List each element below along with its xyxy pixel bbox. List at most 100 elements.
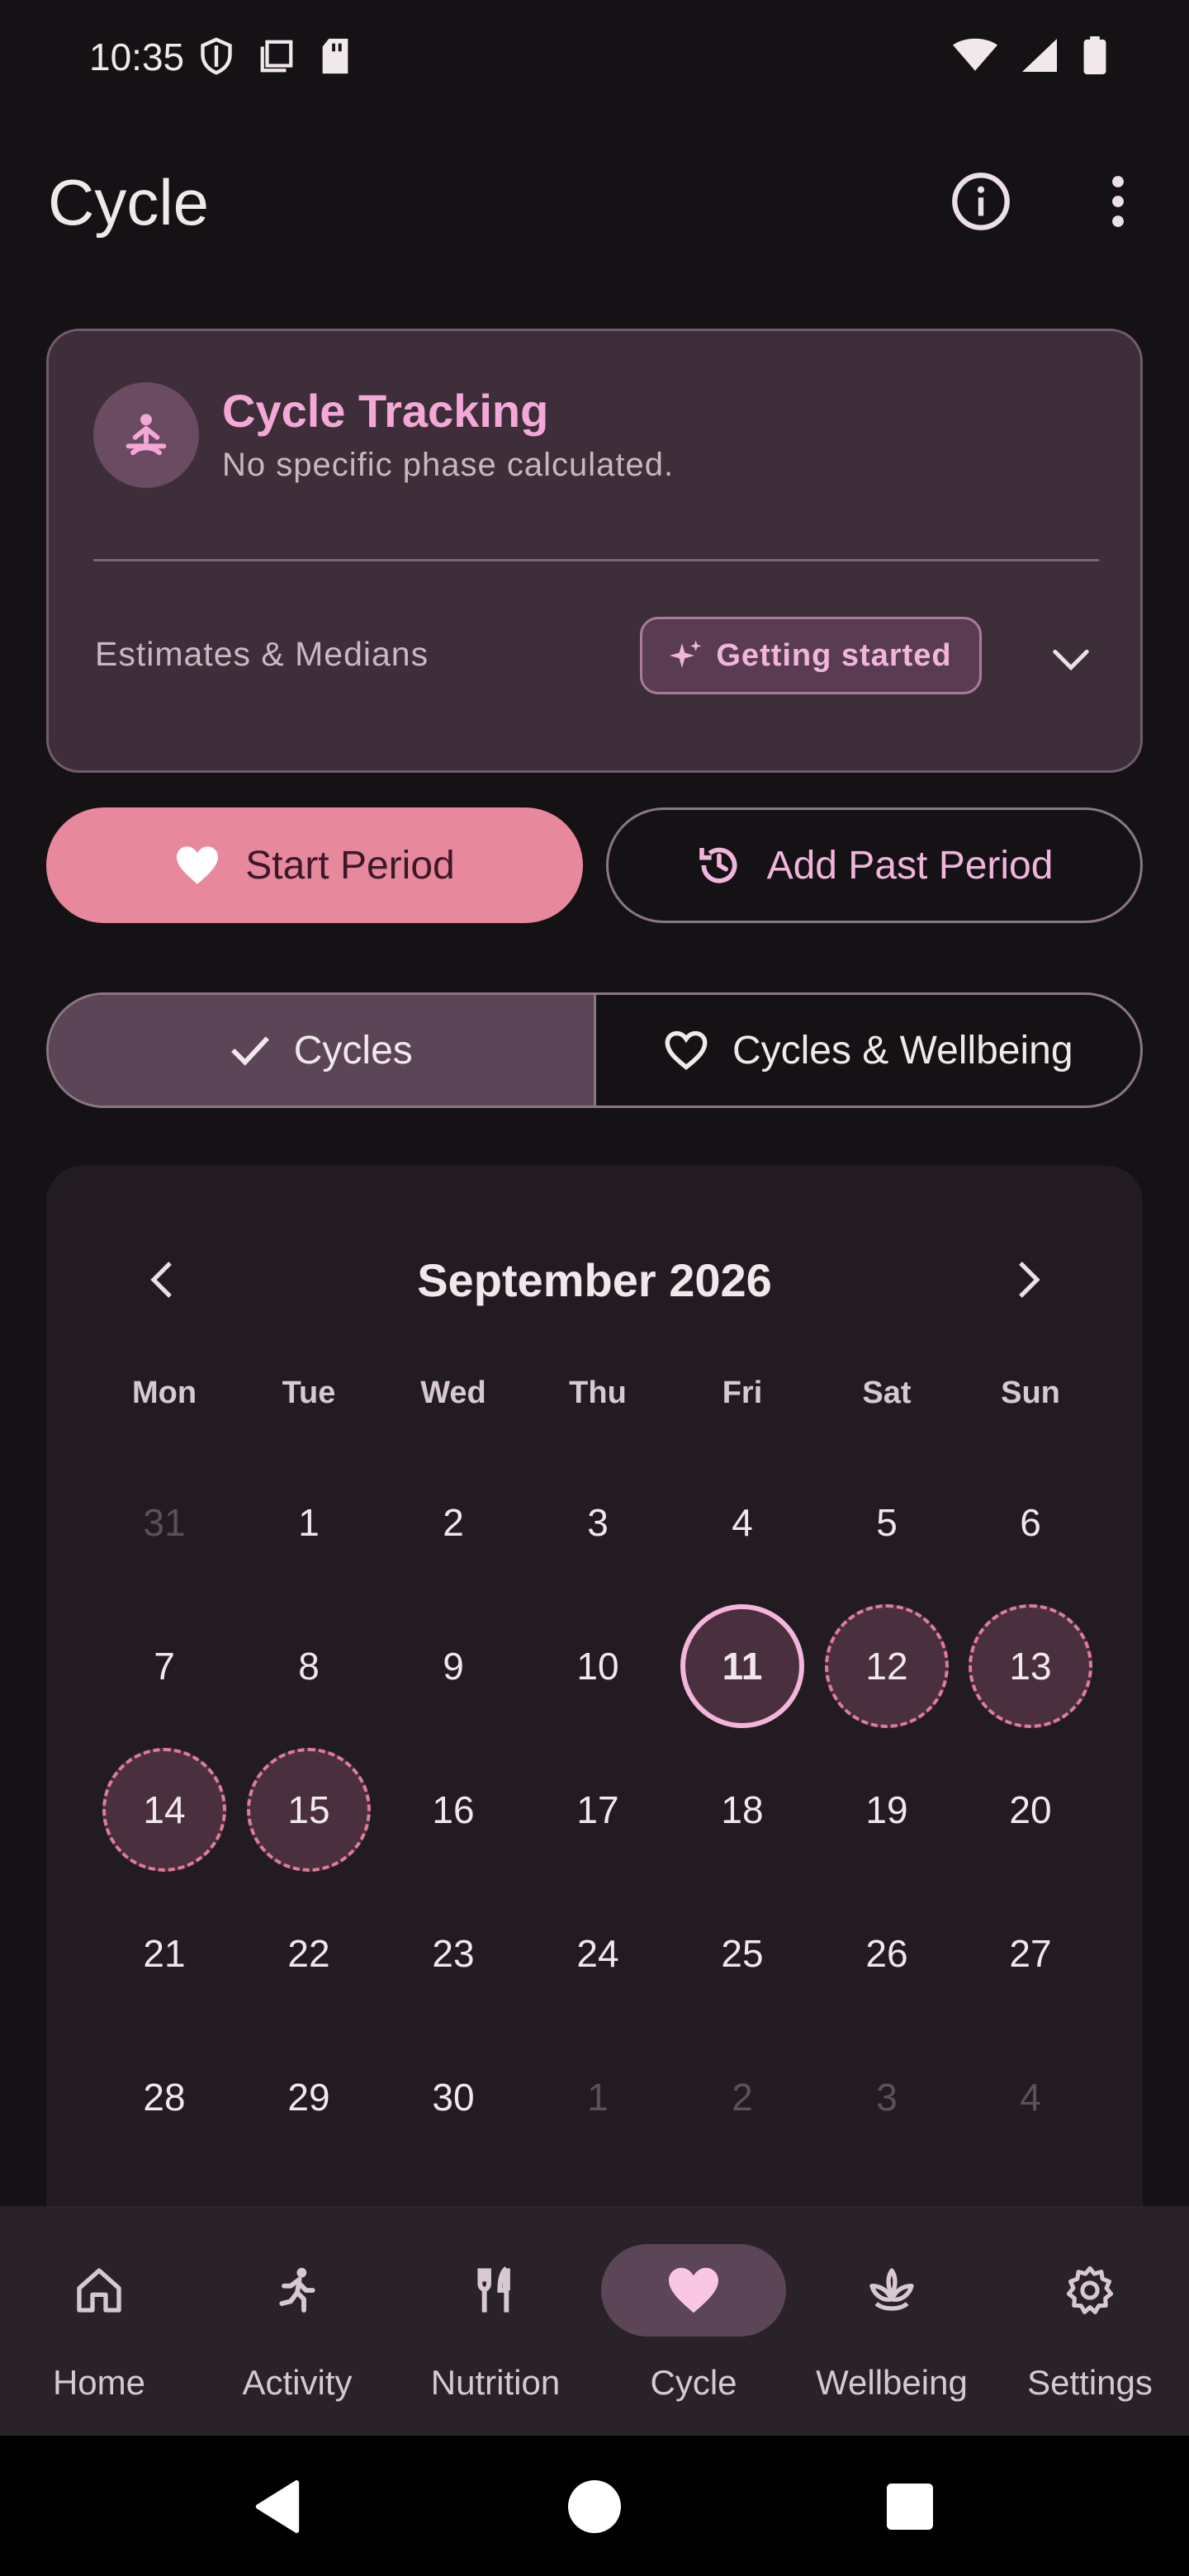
- chevron-right-icon: [1019, 1262, 1040, 1298]
- signal-icon: [1022, 39, 1057, 72]
- calendar-day[interactable]: 31: [102, 1461, 226, 1584]
- gear-icon: [997, 2244, 1182, 2337]
- cycle-screen: 10:35 Cycle Cycle Tracking No specific p…: [0, 0, 1189, 2576]
- fork-knife-icon: [403, 2244, 588, 2337]
- meditation-icon: [126, 414, 167, 456]
- nav-item-wellbeing[interactable]: Wellbeing: [793, 2206, 991, 2436]
- recents-button[interactable]: [869, 2465, 951, 2548]
- nav-item-nutrition[interactable]: Nutrition: [396, 2206, 594, 2436]
- screenshot-icon: [260, 40, 293, 73]
- sd-card-icon: [322, 38, 348, 74]
- calendar-day[interactable]: 2: [680, 2035, 804, 2159]
- meditation-avatar: [93, 382, 199, 488]
- view-toggle: Cycles Cycles & Wellbeing: [46, 992, 1143, 1108]
- chip-label: Getting started: [716, 637, 952, 673]
- home-icon: [7, 2244, 192, 2337]
- calendar-day-predicted[interactable]: 12: [825, 1604, 949, 1728]
- calendar-month-label: September 2026: [417, 1254, 772, 1306]
- calendar-day[interactable]: 1: [247, 1461, 371, 1584]
- calendar-day[interactable]: 9: [391, 1604, 515, 1728]
- calendar-day[interactable]: 5: [825, 1461, 949, 1584]
- calendar-day[interactable]: 23: [391, 1892, 515, 2015]
- calendar-day[interactable]: 30: [391, 2035, 515, 2159]
- expand-button[interactable]: [1031, 620, 1111, 699]
- calendar-day[interactable]: 21: [102, 1892, 226, 2015]
- start-period-button[interactable]: Start Period: [46, 807, 583, 923]
- status-time: 10:35: [89, 36, 185, 78]
- calendar-day[interactable]: 28: [102, 2035, 226, 2159]
- card-subtitle: No specific phase calculated.: [222, 447, 675, 483]
- calendar-day[interactable]: 8: [247, 1604, 371, 1728]
- segment-cycles-wellbeing[interactable]: Cycles & Wellbeing: [593, 995, 1141, 1106]
- nav-label: Nutrition: [430, 2363, 561, 2402]
- calendar-day[interactable]: 10: [536, 1604, 660, 1728]
- calendar-day[interactable]: 26: [825, 1892, 949, 2015]
- lotus-icon: [799, 2244, 984, 2337]
- calendar-day[interactable]: 17: [536, 1748, 660, 1872]
- calendar-day-predicted[interactable]: 13: [969, 1604, 1092, 1728]
- next-month-button[interactable]: [989, 1240, 1068, 1319]
- calendar-day[interactable]: 7: [102, 1604, 226, 1728]
- segment-cycles-label: Cycles: [293, 1028, 413, 1073]
- add-past-period-button[interactable]: Add Past Period: [606, 807, 1143, 923]
- chevron-down-icon: [1053, 649, 1089, 671]
- weekday-label: Sun: [1001, 1376, 1060, 1410]
- nav-item-settings[interactable]: Settings: [991, 2206, 1189, 2436]
- calendar-day[interactable]: 22: [247, 1892, 371, 2015]
- calendar-day[interactable]: 2: [391, 1461, 515, 1584]
- page-title: Cycle: [48, 166, 210, 239]
- calendar-day[interactable]: 16: [391, 1748, 515, 1872]
- calendar-day[interactable]: 4: [969, 2035, 1092, 2159]
- home-circle-icon: [568, 2480, 621, 2533]
- calendar-day[interactable]: 6: [969, 1461, 1092, 1584]
- segment-cycles[interactable]: Cycles: [49, 995, 594, 1106]
- nav-item-home[interactable]: Home: [0, 2206, 198, 2436]
- nav-item-activity[interactable]: Activity: [198, 2206, 396, 2436]
- calendar-day[interactable]: 25: [680, 1892, 804, 2015]
- check-icon: [230, 1036, 269, 1066]
- more-options-button[interactable]: [1078, 162, 1158, 241]
- system-navigation-bar: [0, 2436, 1189, 2576]
- calendar-day[interactable]: 19: [825, 1748, 949, 1872]
- cycle-tracking-card: Cycle Tracking No specific phase calcula…: [46, 329, 1143, 773]
- calendar-day-predicted[interactable]: 14: [102, 1748, 226, 1872]
- calendar-day[interactable]: 3: [536, 1461, 660, 1584]
- getting-started-chip[interactable]: Getting started: [640, 617, 982, 694]
- back-button[interactable]: [236, 2465, 319, 2548]
- recents-square-icon: [887, 2484, 933, 2530]
- heart-icon: [177, 846, 219, 884]
- back-triangle-icon: [255, 2480, 300, 2533]
- calendar: September 2026 Mon Tue Wed Thu Fri Sat Sun 31 1…: [46, 1166, 1143, 2264]
- home-button[interactable]: [553, 2465, 636, 2548]
- weekday-label: Fri: [722, 1376, 763, 1410]
- nav-label: Activity: [242, 2363, 353, 2402]
- history-icon: [699, 847, 737, 883]
- calendar-day-predicted[interactable]: 15: [247, 1748, 371, 1872]
- heart-outline-icon: [665, 1030, 708, 1070]
- estimates-label: Estimates & Medians: [95, 635, 429, 673]
- weekday-label: Tue: [282, 1376, 336, 1410]
- heart-icon: [601, 2244, 786, 2337]
- calendar-day[interactable]: 1: [536, 2035, 660, 2159]
- calendar-day[interactable]: 29: [247, 2035, 371, 2159]
- calendar-day[interactable]: 24: [536, 1892, 660, 2015]
- info-button[interactable]: [941, 162, 1021, 241]
- wifi-icon: [953, 38, 997, 71]
- nav-label: Home: [52, 2363, 146, 2402]
- calendar-day[interactable]: 27: [969, 1892, 1092, 2015]
- calendar-day-today[interactable]: 11: [680, 1604, 804, 1728]
- battery-icon: [1083, 36, 1106, 74]
- nav-item-cycle[interactable]: Cycle: [594, 2206, 793, 2436]
- app-bar: Cycle: [0, 132, 1189, 272]
- segment-cycles-wellbeing-label: Cycles & Wellbeing: [732, 1028, 1073, 1073]
- weekday-label: Sat: [862, 1376, 912, 1410]
- calendar-day[interactable]: 20: [969, 1748, 1092, 1872]
- nav-label: Cycle: [650, 2363, 737, 2402]
- weekday-label: Thu: [569, 1376, 627, 1410]
- calendar-day[interactable]: 18: [680, 1748, 804, 1872]
- status-bar: 10:35: [0, 0, 1189, 116]
- divider: [93, 559, 1099, 561]
- info-icon: [952, 173, 1010, 230]
- calendar-day[interactable]: 4: [680, 1461, 804, 1584]
- calendar-day[interactable]: 3: [825, 2035, 949, 2159]
